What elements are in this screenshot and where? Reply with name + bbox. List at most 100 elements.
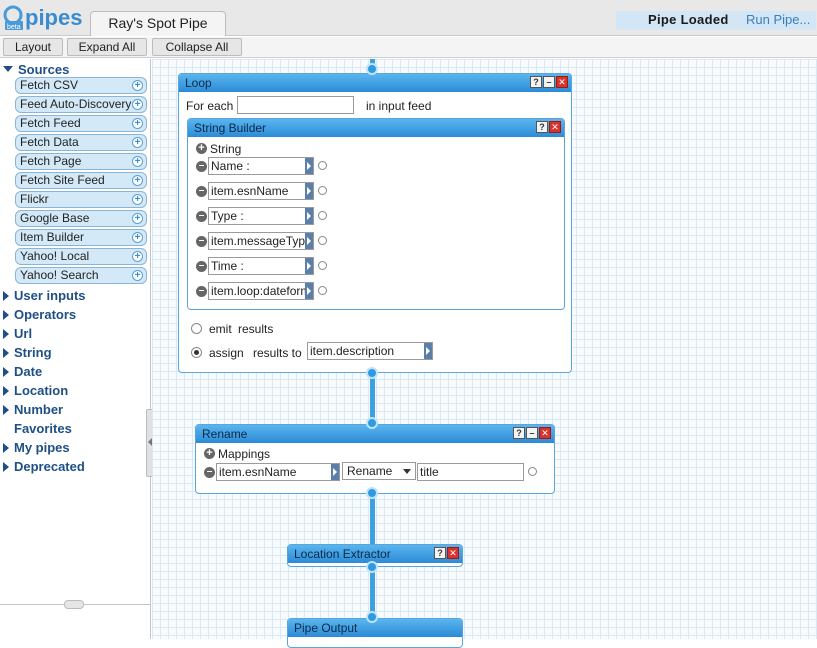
source-item[interactable]: Fetch Data + xyxy=(15,134,147,151)
help-icon[interactable]: ? xyxy=(536,121,548,133)
string-field[interactable]: Name : xyxy=(208,157,314,175)
string-field[interactable]: Type : xyxy=(208,207,314,225)
add-icon[interactable]: + xyxy=(132,232,143,243)
dropdown-arrow-icon[interactable] xyxy=(305,158,313,174)
category-item[interactable]: Date xyxy=(3,364,42,381)
loop-header[interactable]: Loop ? – ✕ xyxy=(179,74,571,92)
add-icon[interactable]: + xyxy=(132,270,143,281)
assign-target-field[interactable]: item.description xyxy=(307,342,433,360)
dropdown-arrow-icon[interactable] xyxy=(331,464,339,480)
pipe-output-module[interactable]: Pipe Output xyxy=(287,618,463,648)
terminal-port[interactable] xyxy=(366,561,378,573)
string-field[interactable]: item.esnName xyxy=(208,182,314,200)
close-icon[interactable]: ✕ xyxy=(447,547,459,559)
dropdown-arrow-icon[interactable] xyxy=(424,343,432,359)
tab-pipe[interactable]: Ray's Spot Pipe xyxy=(90,11,226,36)
add-string-icon[interactable]: + xyxy=(196,143,207,154)
terminal-port[interactable] xyxy=(366,487,378,499)
terminal-port[interactable] xyxy=(318,236,327,245)
source-item[interactable]: Yahoo! Search + xyxy=(15,267,147,284)
add-icon[interactable]: + xyxy=(132,80,143,91)
mapping-source-field[interactable]: item.esnName xyxy=(216,463,340,481)
rename-module[interactable]: Rename ? – ✕ + Mappings – item.esnName Ren… xyxy=(195,424,555,494)
category-item[interactable]: Location xyxy=(3,383,68,400)
remove-string-icon[interactable]: – xyxy=(196,161,207,172)
minimize-icon[interactable]: – xyxy=(526,427,538,439)
source-item[interactable]: Yahoo! Local + xyxy=(15,248,147,265)
source-item[interactable]: Fetch CSV + xyxy=(15,77,147,94)
for-each-drop-zone[interactable] xyxy=(237,96,354,114)
string-field[interactable]: Time : xyxy=(208,257,314,275)
terminal-port[interactable] xyxy=(318,211,327,220)
category-item[interactable]: Operators xyxy=(3,307,76,324)
add-icon[interactable]: + xyxy=(132,175,143,186)
category-item[interactable]: My pipes xyxy=(3,440,70,457)
string-builder-module[interactable]: String Builder ? ✕ + String – Name : – item.… xyxy=(187,118,565,310)
pipes-logo[interactable]: beta pipes xyxy=(3,3,83,33)
location-extractor-header[interactable]: Location Extractor ? ✕ xyxy=(288,545,462,563)
remove-string-icon[interactable]: – xyxy=(196,286,207,297)
terminal-port[interactable] xyxy=(318,161,327,170)
terminal-port[interactable] xyxy=(318,286,327,295)
string-builder-header[interactable]: String Builder ? ✕ xyxy=(188,119,564,137)
dropdown-arrow-icon[interactable] xyxy=(305,258,313,274)
source-item[interactable]: Feed Auto-Discovery + xyxy=(15,96,147,113)
category-item[interactable]: String xyxy=(3,345,52,362)
source-item[interactable]: Item Builder + xyxy=(15,229,147,246)
source-item[interactable]: Flickr + xyxy=(15,191,147,208)
terminal-port[interactable] xyxy=(366,367,378,379)
add-icon[interactable]: + xyxy=(132,99,143,110)
add-icon[interactable]: + xyxy=(132,137,143,148)
add-icon[interactable]: + xyxy=(132,194,143,205)
add-icon[interactable]: + xyxy=(132,156,143,167)
terminal-port[interactable] xyxy=(528,467,537,476)
terminal-port[interactable] xyxy=(366,611,378,623)
source-item[interactable]: Google Base + xyxy=(15,210,147,227)
help-icon[interactable]: ? xyxy=(530,76,542,88)
category-item[interactable]: User inputs xyxy=(3,288,86,305)
close-icon[interactable]: ✕ xyxy=(549,121,561,133)
string-field[interactable]: item.loop:dateformat xyxy=(208,282,314,300)
source-item[interactable]: Fetch Site Feed + xyxy=(15,172,147,189)
expand-all-button[interactable]: Expand All xyxy=(67,38,147,56)
dropdown-arrow-icon[interactable] xyxy=(305,208,313,224)
remove-string-icon[interactable]: – xyxy=(196,261,207,272)
category-item[interactable]: Number xyxy=(3,402,63,419)
layout-button[interactable]: Layout xyxy=(3,38,63,56)
loop-module[interactable]: Loop ? – ✕ For each in input feed String B… xyxy=(178,73,572,373)
remove-string-icon[interactable]: – xyxy=(196,186,207,197)
add-icon[interactable]: + xyxy=(132,213,143,224)
minimize-icon[interactable]: – xyxy=(543,76,555,88)
add-icon[interactable]: + xyxy=(132,118,143,129)
remove-string-icon[interactable]: – xyxy=(196,236,207,247)
run-pipe-link[interactable]: Run Pipe... xyxy=(746,12,810,27)
dropdown-arrow-icon[interactable] xyxy=(305,233,313,249)
mapping-target-field[interactable]: title xyxy=(417,463,524,481)
help-icon[interactable]: ? xyxy=(513,427,525,439)
help-icon[interactable]: ? xyxy=(434,547,446,559)
sidebar-scroll-button[interactable] xyxy=(64,600,84,609)
terminal-port[interactable] xyxy=(318,261,327,270)
close-icon[interactable]: ✕ xyxy=(556,76,568,88)
close-icon[interactable]: ✕ xyxy=(539,427,551,439)
dropdown-arrow-icon[interactable] xyxy=(305,183,313,199)
string-field[interactable]: item.messageType xyxy=(208,232,314,250)
terminal-port[interactable] xyxy=(366,63,378,75)
category-item[interactable]: Deprecated xyxy=(3,459,85,476)
source-item[interactable]: Fetch Feed + xyxy=(15,115,147,132)
category-item[interactable]: Favorites xyxy=(3,421,72,438)
assign-radio[interactable] xyxy=(191,347,202,358)
remove-mapping-icon[interactable]: – xyxy=(204,467,215,478)
remove-string-icon[interactable]: – xyxy=(196,211,207,222)
mapping-operation-select[interactable]: Rename xyxy=(342,462,416,480)
add-mapping-icon[interactable]: + xyxy=(204,448,215,459)
terminal-port[interactable] xyxy=(318,186,327,195)
pipe-canvas[interactable]: Loop ? – ✕ For each in input feed String B… xyxy=(152,59,817,648)
terminal-port[interactable] xyxy=(366,417,378,429)
source-item[interactable]: Fetch Page + xyxy=(15,153,147,170)
category-item[interactable]: Url xyxy=(3,326,32,343)
collapse-all-button[interactable]: Collapse All xyxy=(152,38,242,56)
add-icon[interactable]: + xyxy=(132,251,143,262)
emit-radio[interactable] xyxy=(191,323,202,334)
dropdown-arrow-icon[interactable] xyxy=(305,283,313,299)
